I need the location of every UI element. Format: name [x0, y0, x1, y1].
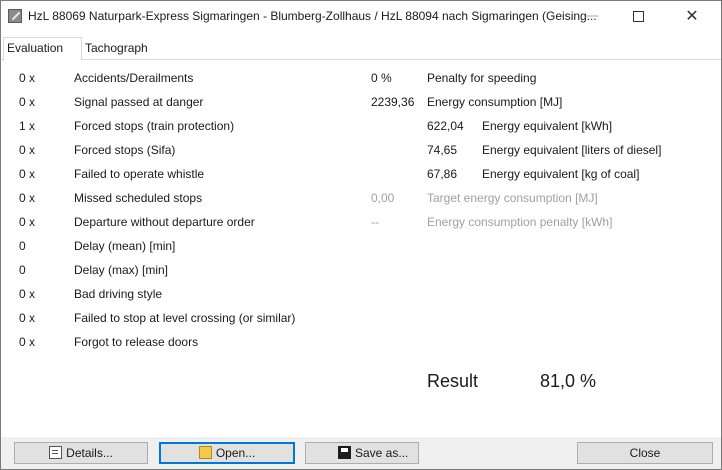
stat-row: 0 x Forced stops (Sifa) 74,65 Energy equ… [5, 140, 717, 160]
stat-label: Signal passed at danger [74, 95, 204, 109]
button-bar: Details... Open... Save as... Close [1, 437, 721, 469]
close-button-label: Close [629, 446, 661, 460]
stat-count: 0 x [19, 191, 36, 205]
target-energy-label: Target energy consumption [MJ] [427, 191, 598, 205]
stat-count: 0 x [19, 95, 36, 109]
stat-count: 0 [19, 263, 26, 277]
title-bar[interactable]: HzL 88069 Naturpark-Express Sigmaringen … [1, 1, 721, 31]
evaluation-window: HzL 88069 Naturpark-Express Sigmaringen … [0, 0, 722, 470]
speeding-label: Penalty for speeding [427, 71, 537, 85]
close-button[interactable]: Close [577, 442, 713, 464]
stat-label: Delay (max) [min] [74, 263, 169, 277]
energy-penalty-value: -- [371, 215, 379, 229]
stat-count: 0 x [19, 71, 36, 85]
result-value: 81,0 % [540, 371, 597, 391]
open-button-label: Open... [215, 446, 256, 460]
coal-value: 67,86 [427, 167, 458, 181]
floppy-disk-icon [338, 446, 351, 459]
stat-row: 0 x Departure without departure order --… [5, 212, 717, 232]
stat-label: Bad driving style [74, 287, 163, 301]
evaluation-panel: 0 x Accidents/Derailments 0 % Penalty fo… [5, 60, 717, 425]
stat-row: 1 x Forced stops (train protection) 622,… [5, 116, 717, 136]
stat-count: 0 x [19, 167, 36, 181]
stat-row: 0 x Accidents/Derailments 0 % Penalty fo… [5, 68, 717, 88]
folder-open-icon [198, 446, 212, 459]
maximize-icon [632, 11, 644, 22]
stat-row: 0 Delay (mean) [min] [5, 236, 717, 256]
close-window-button[interactable]: ✕ [669, 1, 715, 31]
stat-count: 0 x [19, 215, 36, 229]
result-label: Result [427, 371, 479, 391]
energy-label: Energy consumption [MJ] [427, 95, 563, 109]
stat-label: Forced stops (train protection) [74, 119, 235, 133]
energy-value: 2239,36 [371, 95, 415, 109]
tab-tachograph[interactable]: Tachograph [82, 39, 151, 58]
app-icon [8, 9, 22, 23]
speeding-value: 0 % [371, 71, 392, 85]
maximize-button[interactable] [615, 1, 661, 31]
stat-label: Accidents/Derailments [74, 71, 194, 85]
stat-count: 0 [19, 239, 26, 253]
window-title: HzL 88069 Naturpark-Express Sigmaringen … [28, 9, 597, 23]
diesel-value: 74,65 [427, 143, 458, 157]
diesel-label: Energy equivalent [liters of diesel] [482, 143, 662, 157]
stat-row: 0 x Missed scheduled stops 0,00 Target e… [5, 188, 717, 208]
coal-label: Energy equivalent [kg of coal] [482, 167, 640, 181]
stat-label: Forced stops (Sifa) [74, 143, 176, 157]
stat-label: Delay (mean) [min] [74, 239, 176, 253]
stat-label: Failed to stop at level crossing (or sim… [74, 311, 296, 325]
minimize-button[interactable]: — [569, 1, 615, 31]
stat-row: 0 x Failed to stop at level crossing (or… [5, 308, 717, 328]
tab-strip: Evaluation Tachograph [1, 37, 721, 61]
details-button-label: Details... [66, 446, 113, 460]
stat-count: 0 x [19, 335, 36, 349]
stat-row: 0 x Failed to operate whistle 67,86 Ener… [5, 164, 717, 184]
target-energy-value: 0,00 [371, 191, 395, 205]
energy-penalty-label: Energy consumption penalty [kWh] [427, 215, 613, 229]
stat-count: 1 x [19, 119, 36, 133]
stat-label: Failed to operate whistle [74, 167, 205, 181]
stat-count: 0 x [19, 143, 36, 157]
stat-row: 0 x Bad driving style [5, 284, 717, 304]
details-button[interactable]: Details... [14, 442, 148, 464]
details-icon [49, 446, 63, 459]
stat-row: 0 x Signal passed at danger 2239,36 Ener… [5, 92, 717, 112]
stat-label: Missed scheduled stops [74, 191, 203, 205]
tab-evaluation[interactable]: Evaluation [3, 37, 82, 61]
stat-row: 0 Delay (max) [min] [5, 260, 717, 280]
stat-label: Forgot to release doors [74, 335, 199, 349]
stat-row: 0 x Forgot to release doors [5, 332, 717, 352]
kwh-value: 622,04 [427, 119, 464, 133]
stat-label: Departure without departure order [74, 215, 255, 229]
kwh-label: Energy equivalent [kWh] [482, 119, 613, 133]
open-button[interactable]: Open... [159, 442, 295, 464]
save-as-button[interactable]: Save as... [305, 442, 419, 464]
save-as-button-label: Save as... [355, 446, 409, 460]
stat-count: 0 x [19, 287, 36, 301]
stat-count: 0 x [19, 311, 36, 325]
